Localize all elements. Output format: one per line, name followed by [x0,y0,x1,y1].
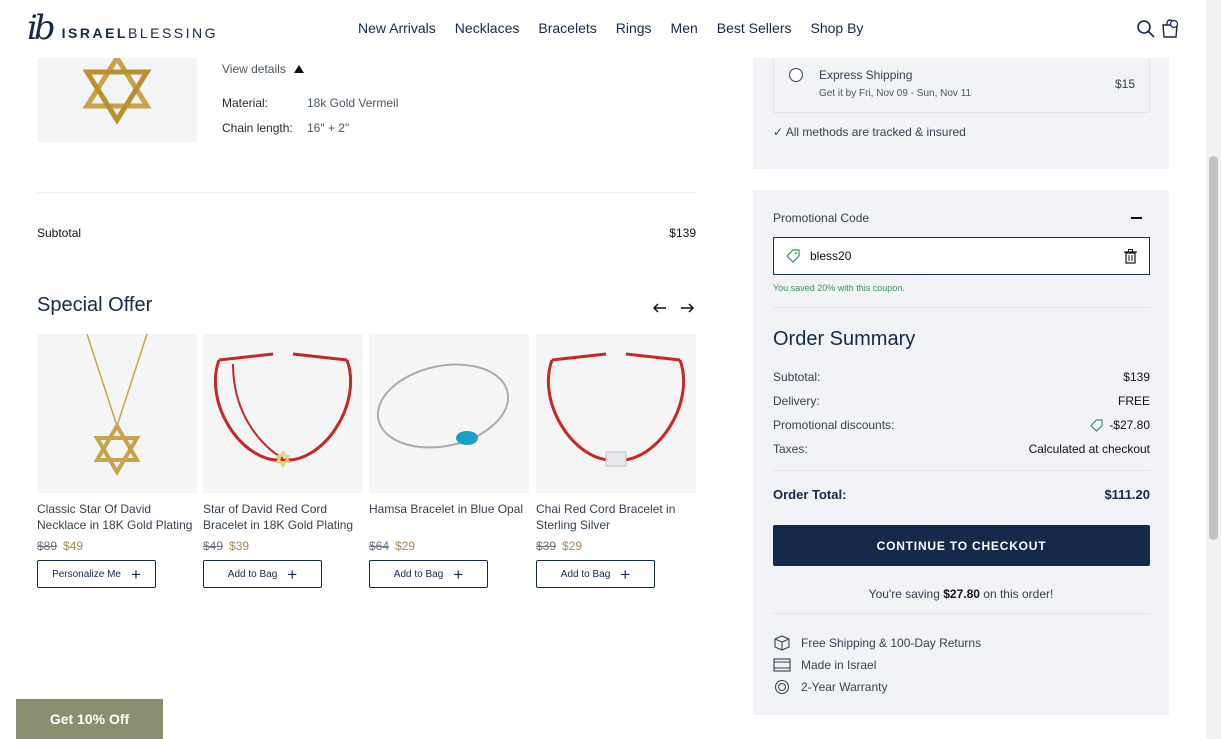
promo-code-value: bless20 [810,249,852,263]
tracked-note: ✓ All methods are tracked & insured [773,125,966,139]
box-icon [774,635,790,651]
plus-icon: + [130,564,141,584]
divider [773,307,1150,308]
promo-code-field[interactable]: bless20 [773,237,1150,275]
cart-subtotal: Subtotal $139 [37,226,696,240]
bag-icon[interactable] [1160,19,1180,39]
order-summary-panel: Promotional Code bless20 You saved 20% w… [753,190,1169,715]
product-price: $39 $29 [536,539,583,553]
arrow-left-icon[interactable] [652,300,668,316]
product-card[interactable]: Chai Red Cord Bracelet in Sterling Silve… [536,334,696,588]
divider [37,192,696,193]
collapse-icon[interactable] [1131,211,1142,225]
product-name[interactable]: Star of David Red Cord Bracelet in 18K G… [203,501,363,533]
site-header: ib ISRAELBLESSING New Arrivals Necklaces… [0,0,1206,58]
star-of-david-pendant-image [82,53,152,125]
arrow-right-icon[interactable] [679,300,695,316]
nav-bracelets[interactable]: Bracelets [538,20,596,36]
summary-row-taxes: Taxes: Calculated at checkout [773,442,1150,456]
main-nav: New Arrivals Necklaces Bracelets Rings M… [358,20,882,36]
nav-new-arrivals[interactable]: New Arrivals [358,20,436,36]
product-price: $89 $49 [37,539,84,553]
plus-icon: + [620,564,631,584]
nav-necklaces[interactable]: Necklaces [455,20,520,36]
trash-icon[interactable] [1124,249,1137,264]
tag-icon [786,249,800,263]
order-summary-title: Order Summary [773,328,916,350]
nav-rings[interactable]: Rings [616,20,652,36]
special-offer-title: Special Offer [37,294,153,316]
feature-made-in-israel: Made in Israel [773,657,876,673]
continue-to-checkout-button[interactable]: CONTINUE TO CHECKOUT [773,525,1150,566]
product-card[interactable]: Hamsa Bracelet in Blue Opal $64 $29 Add t… [369,334,529,588]
product-card[interactable]: Classic Star Of David Necklace in 18K Go… [37,334,197,588]
product-image[interactable] [203,334,363,493]
product-image[interactable] [369,334,529,493]
promo-code-label: Promotional Code [773,211,870,225]
shipping-option-price: $15 [1114,77,1135,91]
cart-item-image [37,53,197,142]
product-name[interactable]: Chai Red Cord Bracelet in Sterling Silve… [536,501,696,533]
product-card[interactable]: Star of David Red Cord Bracelet in 18K G… [203,334,363,588]
page-scrollbar[interactable] [1206,0,1221,739]
add-to-bag-button[interactable]: Add to Bag + [536,560,655,588]
feature-warranty: 2-Year Warranty [773,679,887,695]
divider [773,470,1150,471]
shipping-option-express[interactable]: Express Shipping Get it by Fri, Nov 09 -… [773,58,1150,113]
coupon-saved-message: You saved 20% with this coupon. [773,283,905,293]
nav-best-sellers[interactable]: Best Sellers [717,20,792,36]
product-image[interactable] [536,334,696,493]
product-name[interactable]: Hamsa Bracelet in Blue Opal [369,501,529,533]
caret-up-icon [293,65,304,73]
plus-icon: + [453,564,464,584]
saving-message: You're saving $27.80 on this order! [868,587,1054,601]
nav-shop-by[interactable]: Shop By [810,20,863,36]
product-price: $49 $39 [203,539,250,553]
product-price: $64 $29 [369,539,416,553]
summary-row-discount: Promotional discounts: -$27.80 [773,418,1150,432]
personalize-button[interactable]: Personalize Me + [37,560,156,588]
shipping-option-eta: Get it by Fri, Nov 09 - Sun, Nov 11 [819,88,972,99]
summary-row-delivery: Delivery: FREE [773,394,1150,408]
view-details-toggle[interactable]: View details [222,62,304,76]
brand-logo[interactable]: ib ISRAELBLESSING [27,11,218,45]
shipping-panel: Express Shipping Get it by Fri, Nov 09 -… [753,58,1169,169]
tag-icon [1090,418,1103,432]
scrollbar-thumb[interactable] [1209,156,1218,540]
get-discount-badge[interactable]: Get 10% Off [16,699,163,739]
add-to-bag-button[interactable]: Add to Bag + [203,560,322,588]
plus-icon: + [287,564,298,584]
summary-row-subtotal: Subtotal: $139 [773,370,1150,384]
spec-chain-length: Chain length: 16" + 2" [222,121,350,135]
product-name[interactable]: Classic Star Of David Necklace in 18K Go… [37,501,197,533]
spec-material: Material: 18k Gold Vermeil [222,96,399,110]
order-total: Order Total: $111.20 [773,487,1150,502]
shipping-radio[interactable] [789,68,803,82]
search-icon[interactable] [1136,19,1156,39]
nav-men[interactable]: Men [671,20,698,36]
product-image[interactable] [37,334,197,493]
shipping-option-name: Express Shipping [819,68,913,82]
flag-icon [773,658,791,672]
add-to-bag-button[interactable]: Add to Bag + [369,560,488,588]
divider [773,613,1150,614]
feature-free-shipping: Free Shipping & 100-Day Returns [773,635,981,651]
logo-text: ISRAELBLESSING [61,25,219,41]
warranty-badge-icon [774,679,790,695]
logo-mark: ib [27,8,56,48]
